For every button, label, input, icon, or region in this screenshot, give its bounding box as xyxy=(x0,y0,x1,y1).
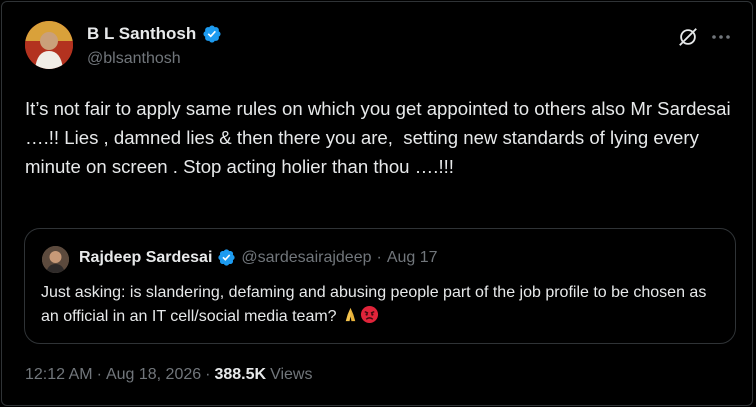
verified-badge-icon xyxy=(203,25,221,43)
quoted-author-avatar[interactable] xyxy=(42,246,69,273)
quoted-date[interactable]: Aug 17 xyxy=(387,249,438,267)
tweet-time[interactable]: 12:12 AM xyxy=(25,366,93,384)
author-handle[interactable]: @blsanthosh xyxy=(87,50,181,68)
folded-hands-emoji-icon xyxy=(345,307,356,322)
meta-separator: · xyxy=(96,366,102,383)
views-label: Views xyxy=(270,366,313,383)
quoted-tweet[interactable]: Rajdeep Sardesai @sardesairajdeep · Aug … xyxy=(24,228,736,344)
author-avatar[interactable] xyxy=(25,21,73,69)
quoted-author-handle[interactable]: @sardesairajdeep xyxy=(241,249,371,267)
quoted-verified-badge-icon xyxy=(218,249,236,266)
tweet-card: B L Santhosh @blsanthosh It’s not fair t… xyxy=(1,1,753,406)
views-count: 388.5K xyxy=(214,366,267,383)
tweet-meta: 12:12 AM · Aug 18, 2026 · 388.5K Views xyxy=(25,366,312,384)
quoted-author-name[interactable]: Rajdeep Sardesai xyxy=(79,249,212,267)
tweet-date[interactable]: Aug 18, 2026 xyxy=(106,366,201,384)
meta-separator: · xyxy=(205,366,211,383)
author-avatar-image xyxy=(25,21,73,69)
more-options-icon[interactable] xyxy=(709,26,733,48)
angry-face-emoji-icon xyxy=(360,305,379,324)
quoted-header: Rajdeep Sardesai @sardesairajdeep · Aug … xyxy=(79,248,438,267)
author-name[interactable]: B L Santhosh xyxy=(87,24,196,44)
grok-icon[interactable] xyxy=(677,26,699,48)
author-name-row: B L Santhosh xyxy=(87,24,222,44)
tweet-text: It’s not fair to apply same rules on whi… xyxy=(25,98,736,177)
quoted-author-avatar-image xyxy=(42,246,69,273)
quoted-separator: · xyxy=(376,248,382,266)
quoted-tweet-text-block: Just asking: is slandering, defaming and… xyxy=(41,281,721,329)
